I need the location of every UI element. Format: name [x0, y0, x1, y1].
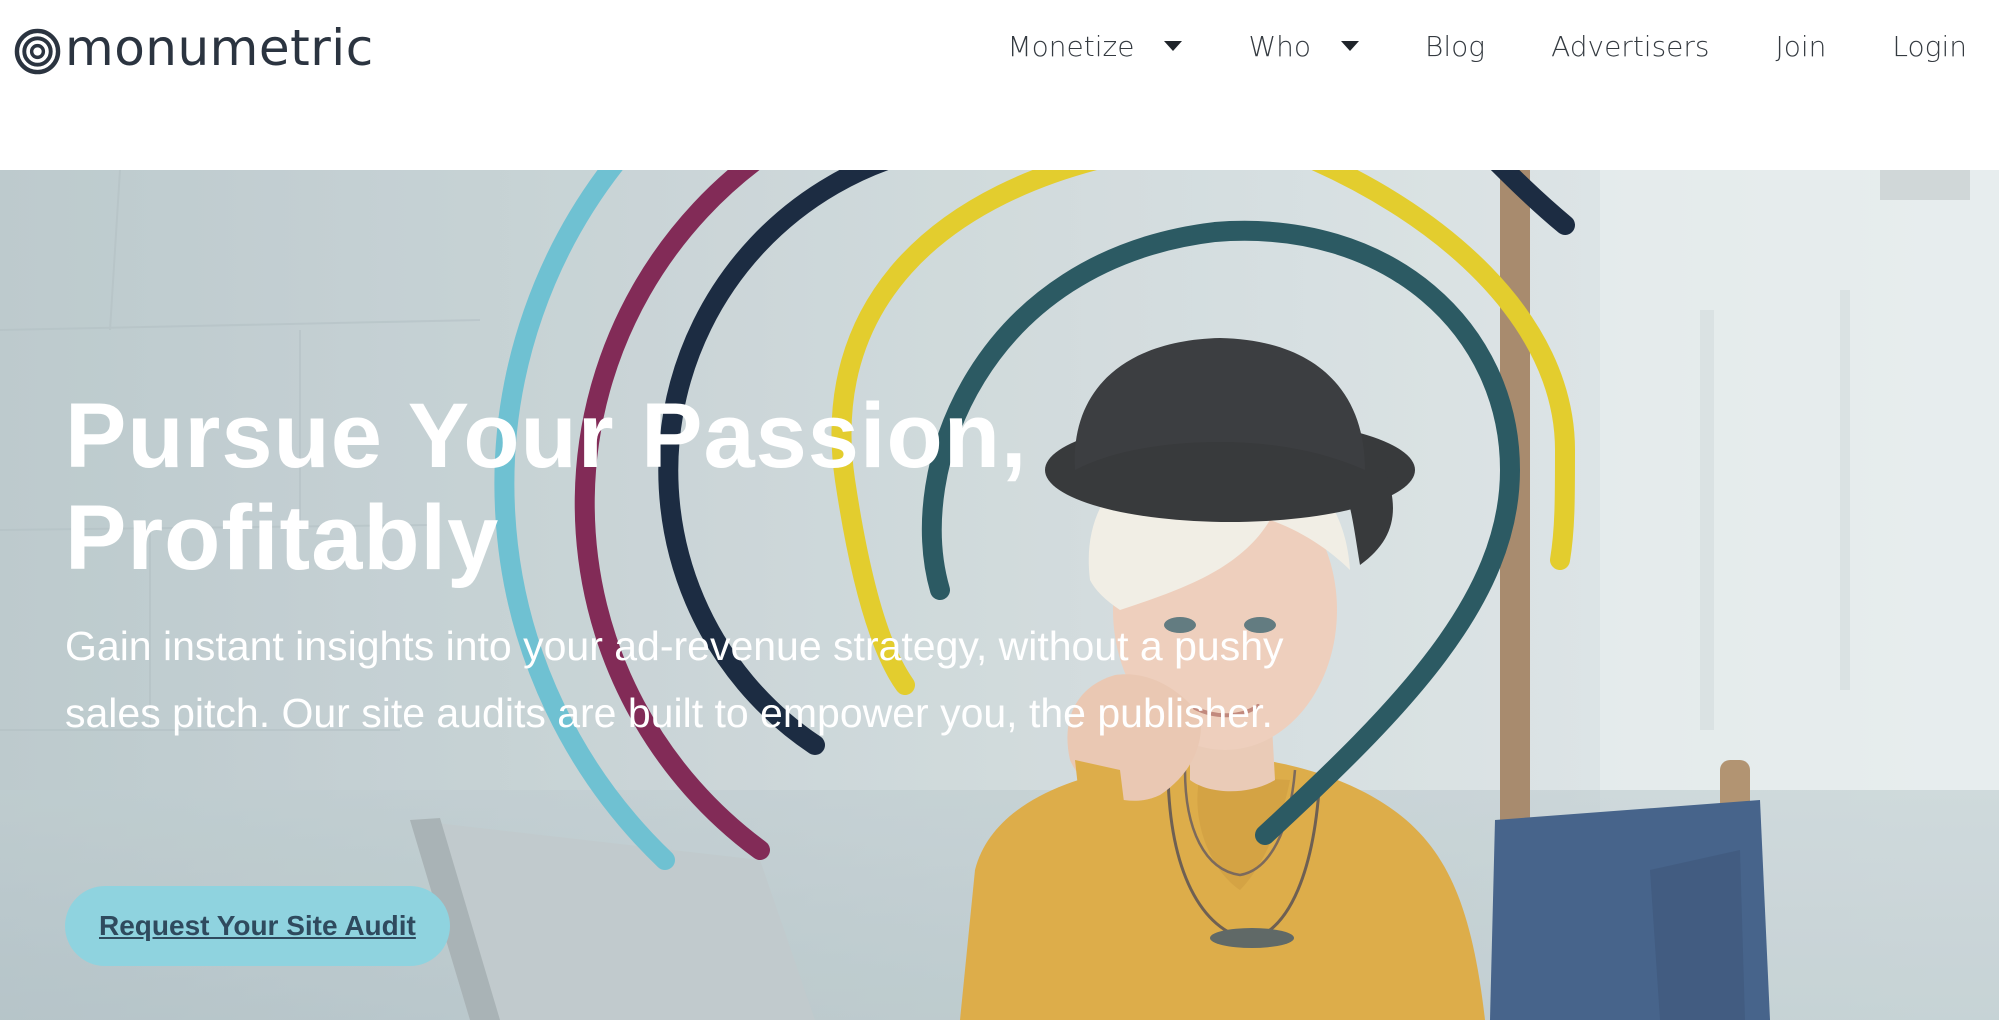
nav-item-label: Blog — [1425, 29, 1486, 63]
nav-item-who[interactable]: Who — [1248, 29, 1360, 63]
concentric-circles-logo-icon — [14, 28, 61, 74]
nav-item-blog[interactable]: Blog — [1425, 30, 1485, 63]
nav-item-login[interactable]: Login — [1892, 30, 1967, 63]
caret-down-icon — [1341, 41, 1360, 51]
nav-item-label: Who — [1248, 29, 1312, 63]
hero-title-line-1: Pursue Your Passion, — [65, 385, 1028, 487]
hero-title: Pursue Your Passion, Profitably — [65, 385, 1027, 589]
nav-item-join[interactable]: Join — [1776, 30, 1827, 63]
nav-item-monetize[interactable]: Monetize — [1008, 30, 1183, 63]
hero-title-line-2: Profitably — [65, 487, 500, 589]
nav-item-label: Join — [1775, 29, 1827, 63]
nav-item-advertisers[interactable]: Advertisers — [1551, 30, 1709, 63]
nav-item-label: Advertisers — [1551, 29, 1710, 63]
monumetric-logo[interactable]: monumetric — [14, 19, 374, 77]
hero-section: Pursue Your Passion, Profitably Gain ins… — [0, 170, 1999, 1020]
nav-item-label: Monetize — [1007, 29, 1135, 63]
nav-item-label: Login — [1892, 29, 1967, 63]
main-nav: Monetize Who Blog Advertisers Join Login — [1008, 26, 1967, 66]
hero-subtitle: Gain instant insights into your ad-reven… — [65, 623, 1284, 736]
logo-wordmark: monumetric — [65, 19, 374, 77]
site-header: monumetric Monetize Who Blog Advertisers… — [0, 0, 1999, 170]
caret-down-icon — [1164, 41, 1183, 51]
request-site-audit-button[interactable]: Request Your Site Audit — [65, 886, 450, 966]
